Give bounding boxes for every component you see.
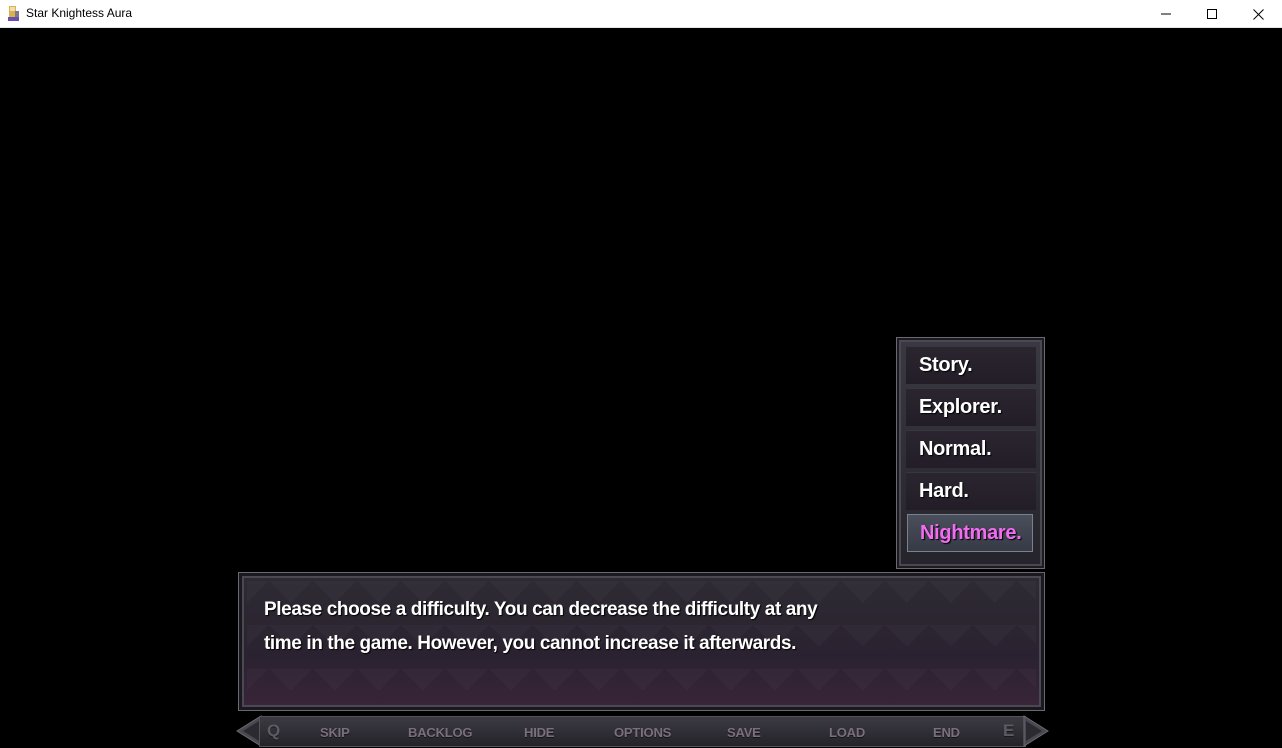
quick-menu-save[interactable]: SAVE <box>727 725 761 740</box>
dialogue-line-2: time in the game. However, you cannot in… <box>264 633 797 654</box>
dialogue-line-1: Please choose a difficulty. You can decr… <box>264 599 818 620</box>
app-icon <box>6 5 22 22</box>
minimize-icon <box>1161 13 1171 15</box>
choice-story[interactable]: Story. <box>906 346 1036 384</box>
dialogue-text: Please choose a difficulty. You can decr… <box>264 593 904 661</box>
quick-menu-options[interactable]: OPTIONS <box>614 725 671 740</box>
minimize-button[interactable] <box>1143 0 1189 28</box>
close-button[interactable] <box>1235 0 1281 28</box>
difficulty-menu: Story. Explorer. Normal. Hard. Nightmare… <box>896 337 1045 569</box>
window-titlebar: Star Knightess Aura <box>0 0 1282 28</box>
choice-nightmare[interactable]: Nightmare. <box>907 514 1033 552</box>
quick-menu-key-e: E <box>1003 721 1015 740</box>
choice-explorer[interactable]: Explorer. <box>906 388 1036 426</box>
quick-menu-end[interactable]: END <box>933 725 960 740</box>
game-viewport: Story. Explorer. Normal. Hard. Nightmare… <box>1 29 1281 748</box>
quick-menu-skip[interactable]: SKIP <box>320 725 350 740</box>
dialogue-box[interactable]: Please choose a difficulty. You can decr… <box>238 572 1045 711</box>
window-title: Star Knightess Aura <box>26 6 133 20</box>
quick-menu-bar: Q E SKIP BACKLOG HIDE OPTIONS SAVE LOAD … <box>235 714 1050 748</box>
choice-hard[interactable]: Hard. <box>906 472 1036 510</box>
quick-menu-hide[interactable]: HIDE <box>524 725 554 740</box>
quick-menu-load[interactable]: LOAD <box>829 725 865 740</box>
close-icon <box>1252 8 1264 20</box>
maximize-button[interactable] <box>1189 0 1235 28</box>
quick-menu-backlog[interactable]: BACKLOG <box>408 725 473 740</box>
arrow-right-icon[interactable] <box>1020 714 1050 748</box>
choice-normal[interactable]: Normal. <box>906 430 1036 468</box>
maximize-icon <box>1207 9 1217 19</box>
quick-menu-key-q: Q <box>267 721 281 740</box>
